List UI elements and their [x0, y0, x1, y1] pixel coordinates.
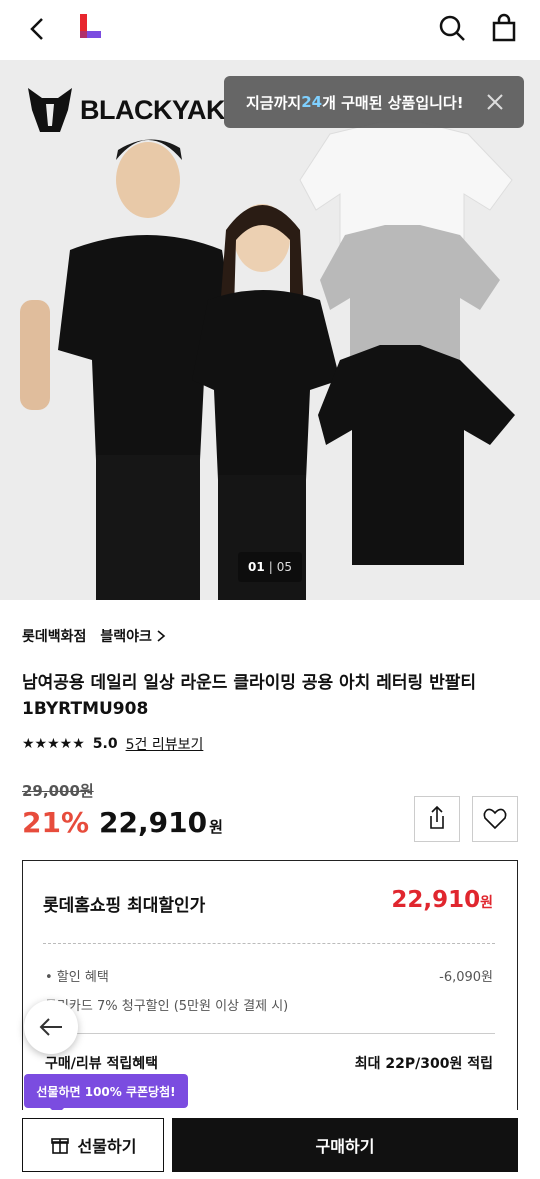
gift-button-label: 선물하기 [77, 1137, 137, 1156]
toast-suffix: 개 구매된 상품입니다! [322, 93, 464, 112]
arrow-left-icon [39, 1018, 62, 1036]
share-button[interactable] [414, 796, 460, 842]
toast-count: 24 [301, 93, 323, 111]
top-header [0, 0, 540, 60]
pager-total: 05 [276, 560, 293, 574]
back-button[interactable] [22, 12, 56, 46]
lotte-logo[interactable] [76, 12, 104, 40]
rating-score: 5.0 [92, 736, 118, 752]
shopping-bag-button[interactable] [486, 10, 522, 46]
divider [43, 1033, 495, 1034]
chevron-left-icon [30, 18, 43, 40]
shopping-bag-icon [492, 13, 516, 42]
dashed-divider [43, 943, 495, 944]
brand-name: BLACKYAK [80, 94, 226, 125]
gift-promo-tooltip: 선물하면 100% 쿠폰당첨! [24, 1074, 188, 1115]
review-link[interactable]: 5건 리뷰보기 [126, 734, 204, 754]
max-price-unit: 원 [480, 895, 493, 911]
store-brand-row: 롯데백화점 블랙야크 [22, 626, 166, 646]
max-discount-heading: 롯데홈쇼핑 최대할인가 [43, 896, 206, 916]
points-value: 최대 22P/300원 적립 [354, 1056, 493, 1072]
price-unit: 원 [209, 818, 223, 836]
wishlist-button[interactable] [472, 796, 518, 842]
original-price: 29,000원 [22, 782, 94, 800]
gift-icon [50, 1138, 69, 1154]
star-rating-icon: ★★★★★ [22, 736, 85, 752]
rating-row: ★★★★★ 5.0 5건 리뷰보기 [22, 734, 203, 754]
discount-benefit-value: -6,090원 [439, 970, 493, 985]
search-button[interactable] [434, 10, 470, 46]
brand-link[interactable]: 블랙야크 [100, 626, 166, 646]
search-icon [439, 15, 465, 41]
heart-icon [483, 808, 507, 830]
bottom-action-bar: 선물하기 구매하기 [0, 1110, 540, 1179]
product-photo [0, 60, 540, 600]
discount-benefit-label: • 할인 혜택 [45, 970, 109, 985]
chevron-right-icon [157, 630, 166, 642]
store-name: 롯데백화점 [22, 629, 87, 645]
close-icon [487, 94, 503, 110]
price-row: 21% 22,910 원 [22, 806, 223, 839]
buy-button-label: 구매하기 [315, 1137, 375, 1156]
lotte-l-logo [80, 14, 101, 38]
purchase-count-toast: 지금까지 24 개 구매된 상품입니다! [224, 76, 524, 128]
pager-current: 01 [247, 560, 265, 574]
buy-button[interactable]: 구매하기 [172, 1118, 518, 1172]
product-image-carousel[interactable]: BLACKYAK 지금까지 24 개 구매된 상품입니다! 01 | 05 [0, 60, 540, 600]
image-pager: 01 | 05 [238, 552, 302, 582]
brand-logo: BLACKYAK [24, 82, 226, 138]
toast-close-button[interactable] [484, 91, 506, 113]
product-title: 남여공용 데일리 일상 라운드 클라이밍 공용 아치 레터링 반팔티 1BYRT… [22, 673, 476, 719]
brand-link-label: 블랙야크 [100, 629, 152, 645]
gift-button[interactable]: 선물하기 [22, 1118, 164, 1172]
max-discount-price: 22,910원 [391, 887, 493, 913]
card-discount-line: 국민카드 7% 청구할인 (5만원 이상 결제 시) [45, 999, 289, 1014]
max-price-value: 22,910 [391, 887, 481, 913]
toast-prefix: 지금까지 [246, 93, 302, 112]
share-icon [430, 805, 444, 829]
discount-rate: 21% [22, 806, 90, 839]
sale-price: 22,910 [99, 806, 208, 839]
points-label: 구매/리뷰 적립혜택 [45, 1056, 159, 1072]
floating-back-button[interactable] [24, 1000, 78, 1054]
yak-logo-icon [28, 88, 72, 132]
